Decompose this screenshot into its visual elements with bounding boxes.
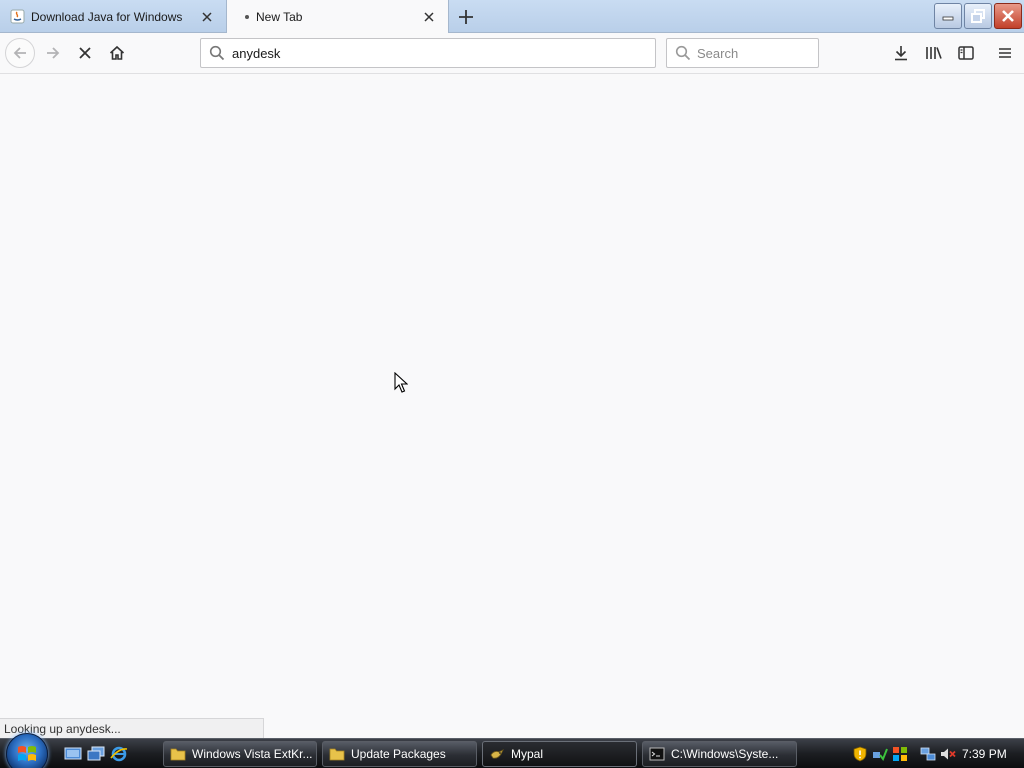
internet-explorer-icon[interactable] [110, 745, 128, 763]
new-tab-button[interactable] [452, 3, 480, 30]
restore-icon [971, 9, 985, 23]
taskbar-button-label: Windows Vista ExtKr... [192, 747, 313, 761]
taskbar-button-label: Mypal [511, 747, 544, 761]
taskbar-button-update-packages[interactable]: Update Packages [322, 741, 477, 767]
back-button[interactable] [5, 38, 35, 68]
mouse-pointer-icon [394, 371, 409, 397]
taskbar-button-mypal[interactable]: Mypal [482, 741, 637, 767]
back-arrow-icon [13, 47, 26, 59]
security-shield-icon[interactable] [852, 746, 868, 762]
tab-strip: Download Java for Windows New Tab [0, 0, 1024, 34]
mypal-icon [489, 746, 505, 762]
stop-icon [79, 47, 91, 59]
windows-flag-icon[interactable] [892, 746, 908, 762]
tab-label: Download Java for Windows [31, 9, 183, 24]
close-window-button[interactable] [994, 3, 1022, 29]
download-icon [895, 46, 907, 61]
library-button[interactable] [919, 39, 949, 67]
taskbar: Windows Vista ExtKr... Update Packages M… [0, 733, 1024, 768]
url-input[interactable] [232, 45, 632, 61]
tab-new-tab[interactable]: New Tab [226, 0, 449, 34]
stop-button[interactable] [70, 39, 100, 67]
volume-muted-icon[interactable] [940, 746, 956, 762]
tab-download-java[interactable]: Download Java for Windows [0, 0, 226, 33]
loading-dot-icon [245, 15, 249, 19]
search-bar[interactable] [666, 38, 819, 68]
restore-button[interactable] [964, 3, 992, 29]
menu-button[interactable] [990, 39, 1020, 67]
navigation-toolbar [0, 33, 1024, 74]
minimize-icon [942, 16, 954, 21]
taskbar-button-command-prompt[interactable]: C:\Windows\Syste... [642, 741, 797, 767]
sidebar-button[interactable] [951, 39, 981, 67]
network-computers-icon[interactable] [920, 746, 936, 762]
taskbar-button-label: C:\Windows\Syste... [671, 747, 779, 761]
url-bar[interactable] [200, 38, 656, 68]
show-desktop-icon[interactable] [64, 745, 82, 763]
taskbar-button-label: Update Packages [351, 747, 446, 761]
search-icon [209, 45, 225, 61]
java-icon [10, 9, 25, 24]
plus-icon [459, 9, 473, 24]
folder-icon [329, 746, 345, 762]
forward-button[interactable] [38, 39, 68, 67]
windows-logo-icon [18, 746, 36, 761]
cmd-icon [649, 746, 665, 762]
search-input[interactable] [697, 45, 807, 61]
tab-label: New Tab [256, 10, 303, 24]
start-button[interactable] [6, 733, 48, 768]
page-content[interactable] [0, 74, 1024, 738]
home-icon [109, 45, 125, 60]
search-icon [675, 45, 691, 61]
status-text: Looking up anydesk... [0, 718, 264, 738]
hamburger-menu-icon [999, 48, 1011, 58]
home-button[interactable] [102, 39, 132, 67]
minimize-button[interactable] [934, 3, 962, 29]
switch-windows-icon[interactable] [87, 745, 105, 763]
folder-icon [170, 746, 186, 762]
taskbar-button-windows-vista[interactable]: Windows Vista ExtKr... [163, 741, 317, 767]
library-icon [926, 47, 942, 59]
forward-arrow-icon [47, 47, 60, 59]
sidebar-icon [958, 46, 974, 60]
close-tab-icon[interactable] [198, 8, 216, 26]
network-check-icon[interactable] [872, 746, 888, 762]
close-icon [1002, 10, 1014, 22]
downloads-button[interactable] [886, 39, 916, 67]
clock[interactable]: 7:39 PM [962, 747, 1007, 761]
close-tab-icon[interactable] [420, 8, 438, 26]
